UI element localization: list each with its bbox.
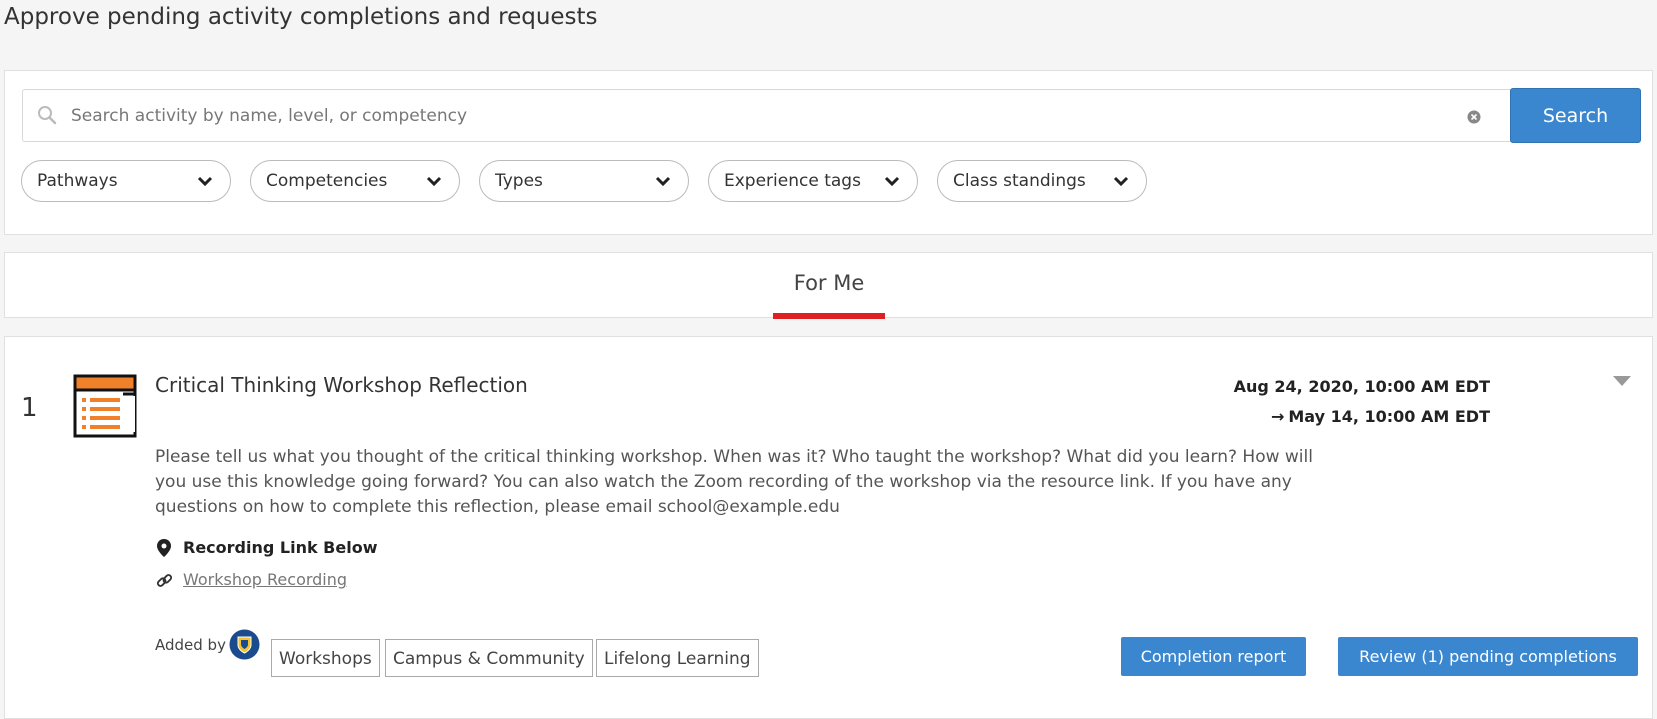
competencies-dropdown[interactable]: Competencies — [250, 160, 460, 202]
review-pending-completions-button[interactable]: Review (1) pending completions — [1338, 637, 1638, 676]
chevron-down-icon — [1113, 176, 1129, 187]
class-standings-dropdown[interactable]: Class standings — [937, 160, 1147, 202]
chevron-down-icon — [197, 176, 213, 187]
location-text: Recording Link Below — [183, 538, 378, 557]
reflection-document-icon — [73, 374, 137, 438]
dropdown-label: Pathways — [37, 171, 118, 191]
activity-end-date: → May 14, 10:00 AM EDT — [1271, 407, 1490, 426]
dropdown-label: Experience tags — [724, 171, 861, 191]
tab-bar: For Me — [4, 252, 1653, 319]
activity-end-date-text: May 14, 10:00 AM EDT — [1288, 407, 1490, 426]
resource-link[interactable]: Workshop Recording — [183, 570, 347, 589]
added-by-label: Added by — [155, 636, 226, 654]
row-index: 1 — [21, 393, 38, 423]
school-crest-avatar — [229, 629, 260, 660]
dropdown-label: Class standings — [953, 171, 1086, 191]
tag-chip[interactable]: Lifelong Learning — [596, 639, 759, 677]
tab-label: For Me — [793, 271, 865, 295]
activity-card: 1 Critical Thinking Workshop Reflection … — [4, 336, 1653, 719]
dropdown-label: Competencies — [266, 171, 388, 191]
completion-report-button[interactable]: Completion report — [1121, 637, 1306, 676]
arrow-right-icon: → — [1270, 407, 1285, 426]
tag-chip[interactable]: Campus & Community — [385, 639, 593, 677]
tab-for-me[interactable]: For Me — [773, 253, 885, 319]
filter-panel: Search Pathways Competencies Types Exper… — [4, 70, 1653, 235]
types-dropdown[interactable]: Types — [479, 160, 689, 202]
link-icon — [156, 574, 173, 587]
activity-start-date: Aug 24, 2020, 10:00 AM EDT — [1233, 377, 1490, 396]
tag-chip[interactable]: Workshops — [271, 639, 380, 677]
search-icon — [38, 106, 57, 125]
search-button[interactable]: Search — [1510, 88, 1641, 143]
location-pin-icon — [157, 539, 171, 557]
caret-down-icon[interactable] — [1612, 375, 1632, 387]
chevron-down-icon — [426, 176, 442, 187]
activity-description: Please tell us what you thought of the c… — [155, 447, 1313, 517]
chevron-down-icon — [884, 176, 900, 187]
activity-title[interactable]: Critical Thinking Workshop Reflection — [155, 373, 528, 397]
dropdown-label: Types — [495, 171, 543, 191]
search-input[interactable] — [71, 98, 1451, 134]
clear-icon[interactable] — [1466, 109, 1482, 125]
active-tab-indicator — [773, 313, 885, 319]
page-title: Approve pending activity completions and… — [4, 4, 598, 30]
search-box — [22, 89, 1511, 142]
chevron-down-icon — [655, 176, 671, 187]
pathways-dropdown[interactable]: Pathways — [21, 160, 231, 202]
experience-tags-dropdown[interactable]: Experience tags — [708, 160, 918, 202]
